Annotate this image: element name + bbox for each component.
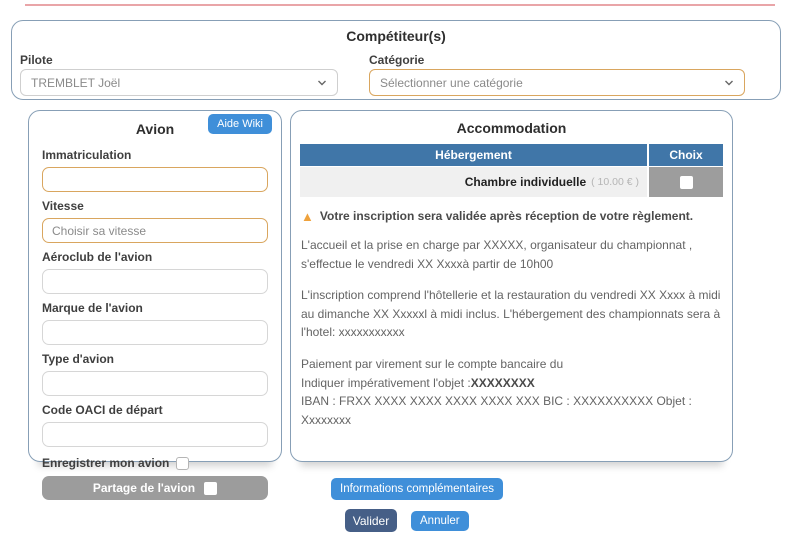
marque-label: Marque de l'avion: [42, 301, 268, 315]
register-avion-checkbox[interactable]: [176, 457, 189, 470]
code-oaci-input[interactable]: [42, 422, 268, 447]
pilot-select-value: TREMBLET Joël: [31, 76, 120, 90]
room-choice-checkbox[interactable]: [680, 176, 693, 189]
aeroclub-label: Aéroclub de l'avion: [42, 250, 268, 264]
type-avion-input[interactable]: [42, 371, 268, 396]
room-price: ( 10.00 € ): [591, 176, 639, 188]
chevron-down-icon: [317, 78, 327, 88]
pilot-label: Pilote: [20, 53, 53, 67]
aide-wiki-button[interactable]: Aide Wiki: [208, 114, 272, 134]
partage-avion-label: Partage de l'avion: [93, 481, 195, 495]
competitors-panel: Compétiteur(s) Pilote TREMBLET Joël Caté…: [11, 20, 781, 100]
payment-line2: Indiquer impérativement l'objet :XXXXXXX…: [301, 374, 722, 393]
category-label: Catégorie: [369, 53, 424, 67]
vitesse-label: Vitesse: [42, 199, 268, 213]
chevron-down-icon: [724, 78, 734, 88]
category-select-value: Sélectionner une catégorie: [380, 76, 523, 90]
accueil-paragraph: L'accueil et la prise en charge par XXXX…: [291, 236, 732, 273]
payment-line2-prefix: Indiquer impérativement l'objet :: [301, 376, 471, 390]
aeroclub-input[interactable]: [42, 269, 268, 294]
field-vitesse: Vitesse: [42, 199, 268, 243]
payment-object: XXXXXXXX: [471, 376, 535, 390]
accommodation-title: Accommodation: [291, 120, 732, 136]
inscription-paragraph: L'inscription comprend l'hôtellerie et l…: [291, 286, 732, 342]
field-marque: Marque de l'avion: [42, 301, 268, 345]
category-select[interactable]: Sélectionner une catégorie: [369, 69, 745, 96]
immatriculation-input[interactable]: [42, 167, 268, 192]
vitesse-input[interactable]: [42, 218, 268, 243]
payment-iban-line: IBAN : FRXX XXXX XXXX XXXX XXXX XXX BIC …: [301, 392, 722, 429]
partage-avion-checkbox[interactable]: [204, 482, 217, 495]
competitors-title: Compétiteur(s): [12, 28, 780, 44]
field-aeroclub: Aéroclub de l'avion: [42, 250, 268, 294]
accommodation-panel: Accommodation Hébergement Choix Chambre …: [290, 110, 733, 462]
register-avion-label: Enregistrer mon avion: [42, 456, 169, 470]
field-type-avion: Type d'avion: [42, 352, 268, 396]
payment-info: Paiement par virement sur le compte banc…: [291, 355, 732, 429]
choix-column-header: Choix: [649, 144, 723, 166]
hebergement-table: Hébergement Choix Chambre individuelle (…: [300, 144, 723, 197]
top-accent-line: [25, 4, 775, 6]
warning-icon: ▲: [301, 210, 314, 223]
valider-button[interactable]: Valider: [345, 509, 397, 532]
payment-line1: Paiement par virement sur le compte banc…: [301, 355, 722, 374]
informations-complementaires-button[interactable]: Informations complémentaires: [331, 478, 503, 500]
immatriculation-label: Immatriculation: [42, 148, 268, 162]
marque-input[interactable]: [42, 320, 268, 345]
warning-text: Votre inscription sera validée après réc…: [320, 209, 693, 223]
partage-avion-button[interactable]: Partage de l'avion: [42, 476, 268, 500]
table-row: Chambre individuelle ( 10.00 € ): [300, 167, 723, 197]
pilot-select[interactable]: TREMBLET Joël: [20, 69, 338, 96]
hebergement-column-header: Hébergement: [300, 144, 647, 166]
code-oaci-label: Code OACI de départ: [42, 403, 268, 417]
type-avion-label: Type d'avion: [42, 352, 268, 366]
registration-warning: ▲ Votre inscription sera validée après r…: [291, 209, 732, 223]
field-immatriculation: Immatriculation: [42, 148, 268, 192]
field-code-oaci: Code OACI de départ: [42, 403, 268, 447]
avion-panel: Aide Wiki Avion Immatriculation Vitesse …: [28, 110, 282, 462]
annuler-button[interactable]: Annuler: [411, 511, 469, 531]
room-name: Chambre individuelle: [465, 175, 586, 189]
